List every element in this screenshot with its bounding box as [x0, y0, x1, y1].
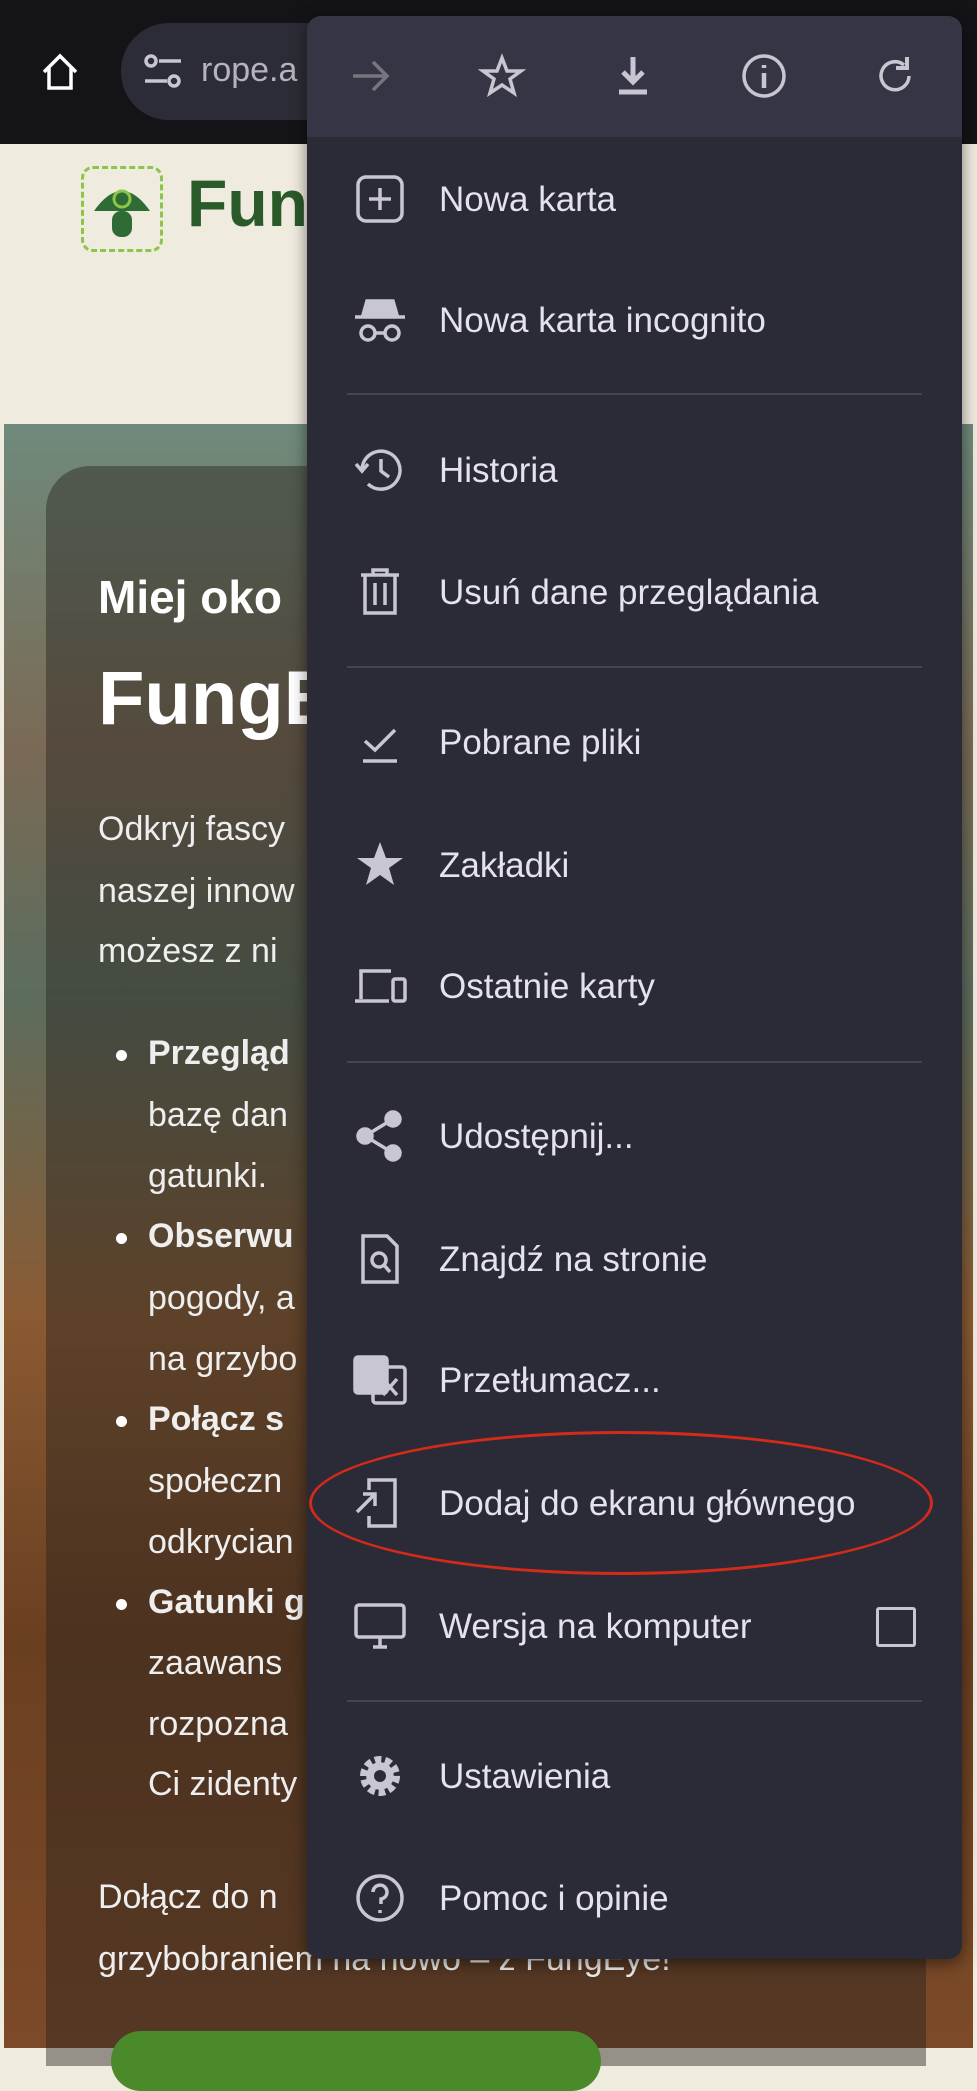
bullet-line: odkrycian — [148, 1523, 294, 1561]
menu-toolbar — [307, 16, 962, 137]
bullet-title: Połącz s — [148, 1400, 285, 1438]
bullet-line: Ci zidenty — [148, 1765, 298, 1803]
new-tab-icon — [356, 175, 404, 223]
menu-item-downloads[interactable]: Pobrane pliki — [307, 687, 962, 797]
menu-item-recent-tabs[interactable]: Ostatnie karty — [307, 931, 962, 1041]
bullet-title: Gatunki g — [148, 1583, 305, 1621]
menu-divider — [347, 1700, 922, 1702]
forward-icon[interactable] — [347, 52, 395, 100]
menu-item-label: Nowa karta incognito — [439, 301, 766, 340]
desktop-site-checkbox[interactable] — [876, 1607, 916, 1647]
bullet-dot — [116, 1599, 127, 1610]
highlight-annotation — [309, 1431, 933, 1575]
menu-item-bookmarks[interactable]: Zakładki — [307, 810, 962, 920]
tune-icon[interactable] — [143, 53, 183, 89]
bullet-line: społeczn — [148, 1462, 283, 1500]
menu-item-label: Znajdź na stronie — [439, 1240, 708, 1279]
home-icon[interactable] — [38, 50, 82, 94]
intro-line: możesz z ni — [98, 932, 278, 970]
star-icon — [357, 842, 403, 885]
bullet-line: na grzybo — [148, 1340, 298, 1378]
desktop-icon — [354, 1603, 406, 1649]
intro-line: naszej innow — [98, 872, 295, 910]
downloads-icon — [363, 728, 397, 763]
menu-item-share[interactable]: Udostępnij... — [307, 1081, 962, 1191]
menu-item-label: Ustawienia — [439, 1757, 611, 1796]
menu-item-settings[interactable]: Ustawienia — [307, 1721, 962, 1831]
find-in-page-icon — [361, 1234, 399, 1284]
url-text[interactable]: rope.a — [201, 51, 297, 90]
translate-icon — [353, 1355, 407, 1405]
bullet-line: pogody, a — [148, 1279, 295, 1317]
menu-item-label: Przetłumacz... — [439, 1361, 661, 1400]
bullet-dot — [116, 1050, 127, 1061]
hero-kicker: Miej oko — [98, 571, 283, 623]
menu-item-find[interactable]: Znajdź na stronie — [307, 1204, 962, 1314]
download-icon[interactable] — [609, 52, 657, 100]
menu-item-label: Ostatnie karty — [439, 967, 655, 1006]
bullet-dot — [116, 1233, 127, 1244]
outro-line: Dołącz do n — [98, 1878, 278, 1916]
menu-item-translate[interactable]: Przetłumacz... — [307, 1325, 962, 1435]
reload-icon[interactable] — [871, 52, 919, 100]
history-icon — [354, 449, 402, 491]
bullet-line: bazę dan — [148, 1096, 288, 1134]
fungeye-logo — [81, 166, 163, 252]
incognito-icon — [355, 299, 405, 342]
menu-divider — [347, 393, 922, 395]
menu-item-label: Pomoc i opinie — [439, 1879, 669, 1918]
menu-item-label: Udostępnij... — [439, 1117, 634, 1156]
bookmark-star-icon[interactable] — [478, 52, 526, 100]
share-icon — [356, 1110, 402, 1162]
devices-icon — [355, 969, 407, 1003]
info-icon[interactable] — [740, 52, 788, 100]
trash-icon — [361, 568, 399, 615]
menu-item-label: Historia — [439, 451, 558, 490]
menu-item-label: Nowa karta — [439, 180, 617, 219]
menu-item-desktop-site[interactable]: Wersja na komputer — [307, 1571, 962, 1681]
menu-item-label: Zakładki — [439, 846, 570, 885]
cta-button[interactable] — [111, 2031, 601, 2091]
menu-item-clear-data[interactable]: Usuń dane przeglądania — [307, 537, 962, 647]
menu-item-incognito[interactable]: Nowa karta incognito — [307, 265, 962, 375]
menu-item-label: Usuń dane przeglądania — [439, 573, 819, 612]
menu-item-history[interactable]: Historia — [307, 415, 962, 525]
bullet-dot — [116, 1416, 127, 1427]
bullet-line: gatunki. — [148, 1157, 268, 1195]
settings-icon — [360, 1756, 400, 1796]
menu-item-label: Pobrane pliki — [439, 723, 642, 762]
menu-item-help[interactable]: Pomoc i opinie — [307, 1843, 962, 1953]
bullet-title: Przegląd — [148, 1034, 290, 1072]
bullet-line: rozpozna — [148, 1705, 288, 1743]
menu-divider — [347, 1061, 922, 1063]
hero-title: FungE — [98, 656, 335, 741]
menu-divider — [347, 666, 922, 668]
menu-item-new-tab[interactable]: Nowa karta — [307, 144, 962, 254]
help-icon — [356, 1874, 404, 1922]
intro-line: Odkryj fascy — [98, 810, 286, 848]
bullet-title: Obserwu — [148, 1217, 294, 1255]
menu-item-label: Wersja na komputer — [439, 1607, 752, 1646]
browser-menu: Nowa karta Nowa karta incognito Historia… — [307, 16, 962, 1959]
bullet-line: zaawans — [148, 1644, 283, 1682]
